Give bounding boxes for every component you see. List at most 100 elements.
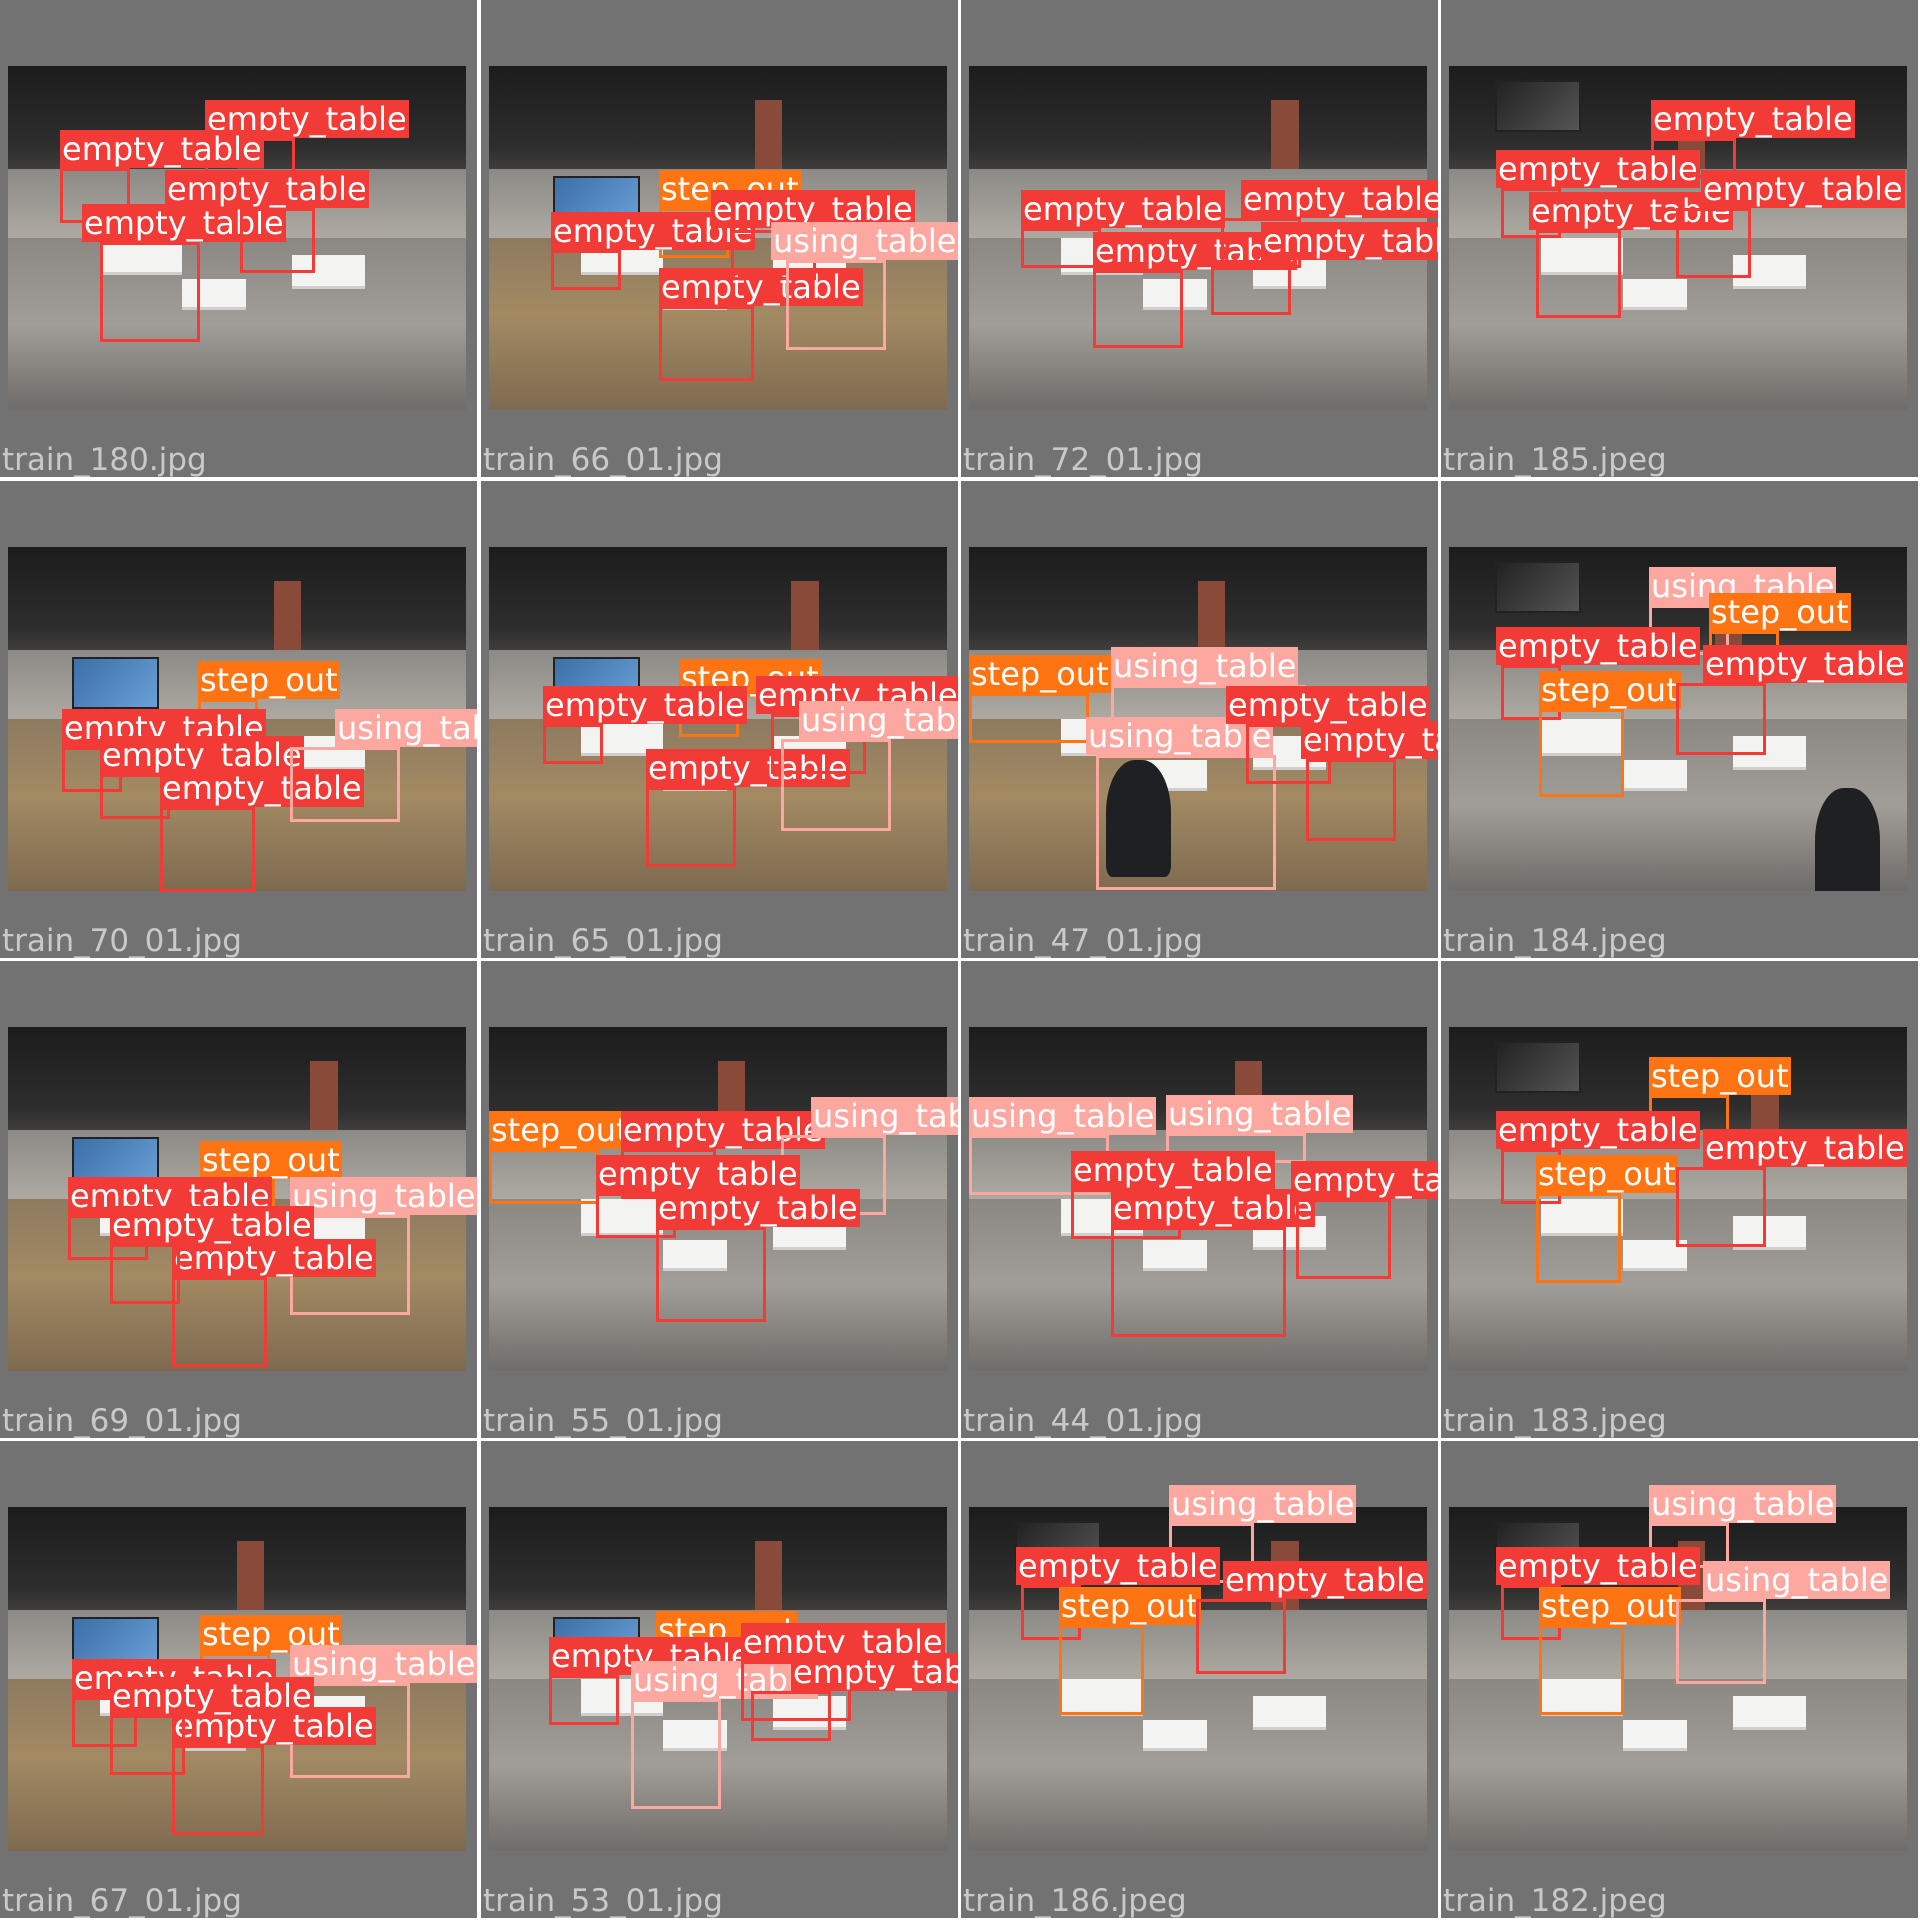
bbox-step-out	[1059, 1625, 1144, 1715]
image-filename-caption: train_183.jpeg	[1443, 1403, 1667, 1438]
image-tile[interactable]: using_table step_out empty_table step_out em…	[1441, 481, 1918, 958]
bbox-empty-table	[1676, 683, 1766, 755]
bbox-empty-table	[1536, 230, 1621, 318]
image-filename-caption: train_69_01.jpg	[2, 1403, 242, 1438]
bbox-label: empty_table	[1071, 1151, 1275, 1189]
image-tile[interactable]: using_table using_table empty_table empty_t…	[961, 961, 1438, 1438]
bbox-empty-table	[1676, 208, 1751, 278]
brick-pillar	[310, 1061, 338, 1131]
image-filename-caption: train_180.jpg	[2, 442, 207, 477]
bbox-empty-table	[240, 208, 315, 273]
image-tile[interactable]: step_out empty_table empty_table empty_tabl…	[0, 481, 477, 958]
image-filename-caption: train_44_01.jpg	[963, 1403, 1203, 1438]
wall-screen	[72, 657, 159, 710]
scene-table	[1732, 1696, 1807, 1728]
bbox-using-table	[631, 1699, 721, 1809]
image-filename-caption: train_185.jpeg	[1443, 442, 1667, 477]
bbox-empty-table	[1021, 228, 1101, 268]
bbox-label: empty_table	[1111, 1189, 1315, 1227]
bbox-empty-table	[172, 1745, 264, 1835]
scene-floor	[1449, 1679, 1907, 1851]
bbox-label: empty_table	[165, 170, 369, 208]
image-tile[interactable]: step_outempty_tableusing_tableempty_tabl…	[0, 961, 477, 1438]
bbox-label: step_out	[489, 1111, 631, 1149]
bbox-using-table	[786, 260, 886, 350]
scene-ceiling	[489, 66, 947, 183]
scene-ceiling	[969, 66, 1427, 183]
bbox-label: step_out	[1059, 1587, 1201, 1625]
image-tile[interactable]: step_out empty_table empty_table empty_tabl…	[481, 0, 958, 477]
bbox-empty-table	[1246, 724, 1331, 784]
scene-table	[1252, 1696, 1327, 1728]
scene-ceiling	[8, 1027, 466, 1144]
bbox-step-out	[969, 693, 1089, 743]
bbox-empty-table	[659, 306, 754, 381]
scene-table	[1623, 1720, 1688, 1748]
bbox-empty-table	[543, 724, 603, 764]
bbox-label: step_out	[969, 655, 1111, 693]
bbox-label: empty_table	[1226, 686, 1430, 724]
bbox-label: step_out	[198, 661, 340, 699]
image-tile[interactable]: step_out empty_table step_out empty_table tr…	[1441, 961, 1918, 1438]
bbox-empty-table	[551, 250, 621, 290]
image-tile[interactable]: step_outempty_tableusing_tableempty_tabl…	[0, 1441, 477, 1918]
image-filename-caption: train_47_01.jpg	[963, 923, 1203, 958]
image-tile[interactable]: step_outempty_tableusing_tableempty_tabl…	[481, 961, 958, 1438]
image-tile[interactable]: step_outusing_tableusing_tableempty_tabl…	[961, 481, 1438, 958]
bbox-label: empty_table	[1016, 1547, 1220, 1585]
brick-pillar	[273, 581, 302, 651]
bbox-label: using_table	[1111, 647, 1299, 685]
image-filename-caption: train_70_01.jpg	[2, 923, 242, 958]
bbox-label: using_table	[1166, 1095, 1354, 1133]
bbox-step-out	[1539, 709, 1624, 797]
image-tile[interactable]: step_out empty_table empty_table empty_tabl…	[481, 481, 958, 958]
brick-pillar	[791, 581, 819, 651]
bbox-using-table	[1676, 1599, 1766, 1684]
image-tile[interactable]: step_outempty_tableusing_tableempty_tabl…	[481, 1441, 958, 1918]
bbox-empty-table	[1111, 1227, 1286, 1337]
bbox-label: empty_table	[1261, 222, 1438, 260]
bbox-label: using_table	[1703, 1561, 1891, 1599]
image-filename-caption: train_184.jpeg	[1443, 923, 1667, 958]
bbox-label: using_table	[290, 1177, 477, 1215]
scene-table	[1143, 1720, 1208, 1748]
bbox-label: empty_table	[172, 1239, 376, 1277]
bbox-label: step_out	[1536, 1155, 1678, 1193]
bbox-label: using_table	[771, 222, 958, 260]
image-tile[interactable]: empty_table empty_table empty_table empty_t…	[0, 0, 477, 477]
image-filename-caption: train_65_01.jpg	[483, 923, 723, 958]
bbox-label: empty_table	[1496, 1547, 1700, 1585]
bbox-empty-table	[751, 1691, 831, 1741]
image-filename-caption: train_182.jpeg	[1443, 1883, 1667, 1918]
wall-screen	[1494, 79, 1582, 132]
bbox-empty-table	[172, 1277, 267, 1367]
brick-pillar	[754, 1541, 783, 1611]
bbox-label: using_table	[799, 701, 958, 739]
bbox-label: empty_table	[1496, 150, 1700, 188]
image-tile[interactable]: using_table empty_table step_out empty_tabl…	[961, 1441, 1438, 1918]
bbox-label: empty_table	[1703, 1129, 1907, 1167]
bbox-label: empty_table	[791, 1653, 958, 1691]
batch-mosaic: empty_table empty_table empty_table empty_t…	[0, 0, 1920, 1920]
bbox-empty-table	[160, 807, 255, 892]
brick-pillar	[1198, 581, 1226, 651]
bbox-label: step_out	[1649, 1057, 1791, 1095]
image-filename-caption: train_186.jpeg	[963, 1883, 1187, 1918]
bbox-step-out	[489, 1149, 599, 1204]
brick-pillar	[1271, 100, 1299, 170]
scene-table	[1623, 279, 1688, 307]
bbox-label: empty_table	[60, 130, 264, 168]
image-tile[interactable]: empty_table empty_table empty_table empty_t…	[961, 0, 1438, 477]
scene-ceiling	[8, 547, 466, 664]
bbox-label: using_table	[335, 709, 477, 747]
bbox-label: using_table	[290, 1645, 477, 1683]
bbox-label: using_table	[1649, 1485, 1837, 1523]
scene-floor	[969, 1679, 1427, 1851]
bbox-empty-table	[100, 242, 200, 342]
image-tile[interactable]: using_table empty_table step_out using_tabl…	[1441, 1441, 1918, 1918]
bbox-empty-table	[656, 1227, 766, 1322]
bbox-label: empty_table	[110, 1206, 314, 1244]
image-tile[interactable]: empty_table empty_table empty_table empty_t…	[1441, 0, 1918, 477]
scene-person	[1815, 787, 1880, 891]
brick-pillar	[754, 100, 783, 170]
